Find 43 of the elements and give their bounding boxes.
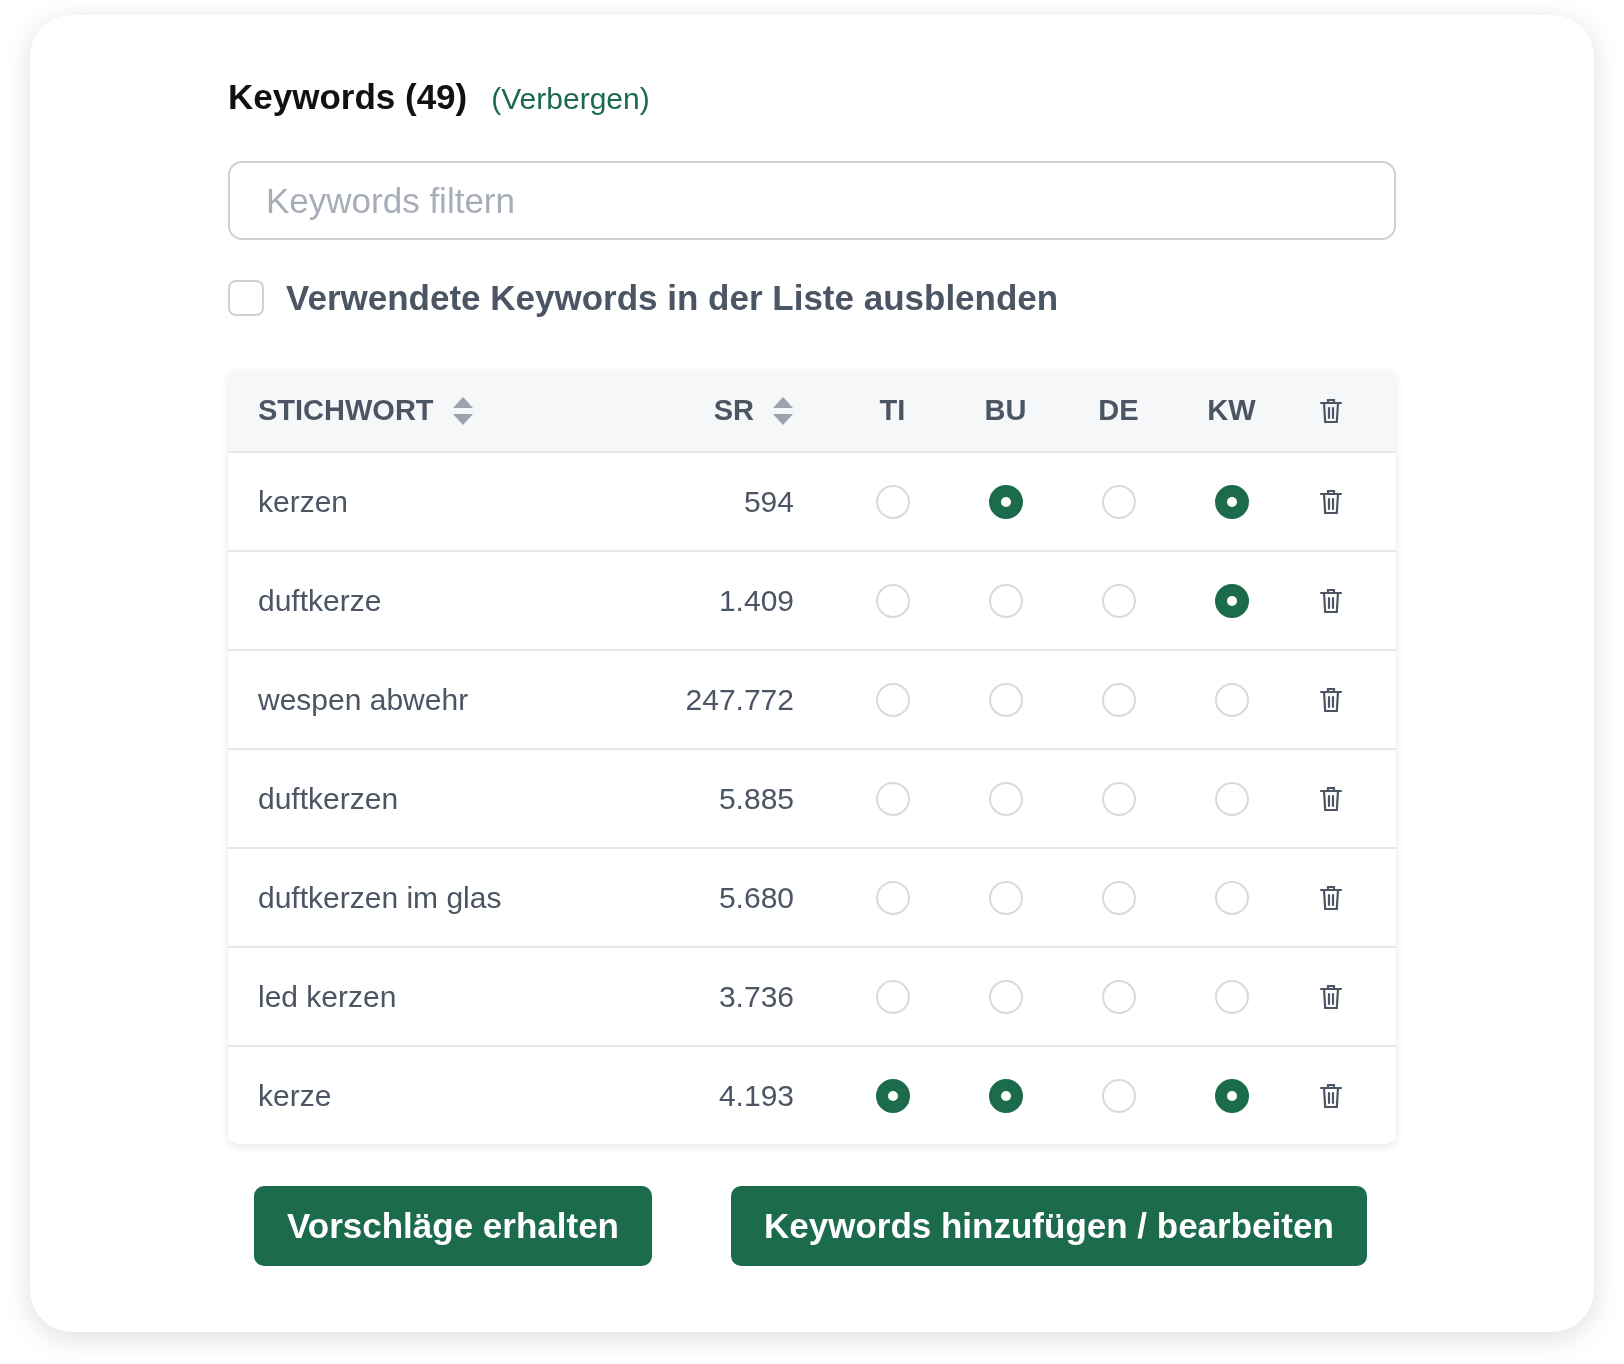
search-rank-cell-text: 3.736: [718, 979, 795, 1014]
radio-button[interactable]: [875, 1078, 910, 1113]
checkbox[interactable]: [228, 280, 264, 316]
column-header[interactable]: SR: [713, 394, 754, 427]
keyword-cell-text: wespen abwehr: [258, 682, 470, 717]
column-header: TI: [879, 394, 906, 427]
radio-button[interactable]: [1214, 1078, 1249, 1113]
trash-icon[interactable]: [1319, 1081, 1343, 1110]
keyword-cell-text: duftkerze: [258, 583, 383, 618]
search-rank-cell-text: 247.772: [685, 682, 795, 717]
radio-button[interactable]: [1214, 484, 1249, 519]
column-header: BU: [984, 394, 1027, 427]
section-title: Keywords (49): [228, 77, 468, 117]
search-rank-cell-text: 4.193: [718, 1078, 795, 1113]
filter-field[interactable]: Keywords filtern: [228, 161, 1396, 240]
trash-icon[interactable]: [1319, 982, 1343, 1011]
trash-icon[interactable]: [1319, 883, 1343, 912]
column-header: DE: [1098, 394, 1139, 427]
column-header[interactable]: STICHWORT: [258, 394, 434, 427]
checkbox-label: Verwendete Keywords in der Liste ausblenden: [286, 278, 1059, 318]
search-rank-cell-text: 1.409: [718, 583, 795, 618]
trash-icon[interactable]: [1319, 487, 1343, 516]
keyword-cell-text: led kerzen: [258, 979, 398, 1014]
trash-icon[interactable]: [1319, 396, 1343, 425]
trash-icon[interactable]: [1319, 685, 1343, 714]
radio-button[interactable]: [988, 1078, 1023, 1113]
sort-icon[interactable]: [451, 395, 474, 426]
sort-icon[interactable]: [772, 395, 794, 426]
search-rank-cell-text: 5.885: [718, 781, 795, 816]
keyword-cell-text: duftkerzen im glas: [258, 880, 503, 915]
hide-link[interactable]: (Verbergen): [491, 82, 650, 116]
radio-button[interactable]: [988, 484, 1023, 519]
search-rank-cell-text: 5.680: [718, 880, 795, 915]
column-header: KW: [1207, 394, 1256, 427]
action-button[interactable]: Vorschläge erhalten: [254, 1186, 652, 1266]
action-button[interactable]: Keywords hinzufügen / bearbeiten: [731, 1186, 1367, 1266]
keyword-cell-text: duftkerzen: [258, 781, 400, 816]
trash-icon[interactable]: [1319, 586, 1343, 615]
trash-icon[interactable]: [1319, 784, 1343, 813]
keyword-cell-text: kerzen: [258, 484, 350, 519]
radio-button[interactable]: [1214, 583, 1249, 618]
keyword-cell-text: kerze: [258, 1078, 333, 1113]
search-rank-cell-text: 594: [743, 484, 795, 519]
